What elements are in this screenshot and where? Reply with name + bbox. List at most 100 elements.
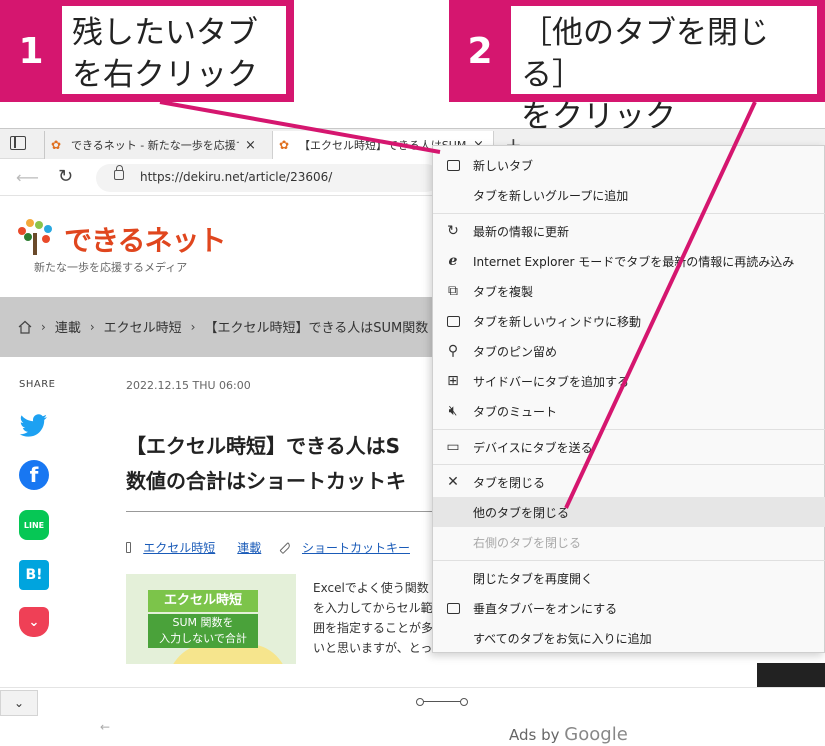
menu-item-duplicate[interactable]: ⧉ タブを複製 [433, 276, 825, 306]
breadcrumb: › 連載 › エクセル時短 › 【エクセル時短】できる人はSUM関数 [18, 317, 428, 336]
thumbnail-line: 入力しないで合計 [159, 632, 247, 645]
menu-item-label: 他のタブを閉じる [473, 505, 570, 520]
url-text: https://dekiru.net/article/23606/ [140, 170, 333, 184]
carousel-indicator[interactable] [416, 698, 468, 706]
new-tab-icon [433, 159, 473, 171]
refresh-icon: ↻ [447, 223, 459, 239]
menu-item-add-to-group[interactable]: タブを新しいグループに追加 [433, 180, 825, 210]
facebook-icon[interactable]: f [19, 460, 49, 490]
reload-icon[interactable]: ↻ [58, 166, 73, 187]
article-thumbnail[interactable]: エクセル時短 SUM 関数を 入力しないで合計 [126, 574, 296, 664]
callout-line: 残したいタブ [72, 15, 258, 51]
article-excerpt[interactable]: Excelでよく使う関数を入力してからセル範囲を指定することが多いと思いますが、… [313, 578, 433, 658]
menu-item-label: タブのピン留め [473, 344, 558, 359]
tab-dekiru-home[interactable]: ✿ できるネット - 新たな一歩を応援するメディア × [44, 131, 272, 159]
menu-item-label: サイドバーにタブを追加する [473, 374, 630, 389]
lock-icon [114, 165, 124, 180]
callout-line: を右クリック [72, 57, 258, 93]
window-icon [433, 315, 473, 327]
menu-item-label: 閉じたタブを再度開く [473, 571, 594, 586]
callout-text: ［他のタブを閉じる］ をクリック [511, 6, 817, 135]
breadcrumb-item: 【エクセル時短】できる人はSUM関数 [204, 321, 429, 336]
menu-item-label: デバイスにタブを送る [473, 440, 593, 455]
menu-item-add-to-sidebar[interactable]: ⊞ サイドバーにタブを追加する [433, 366, 825, 396]
callout-step-2: 2 ［他のタブを閉じる］ をクリック [449, 0, 825, 135]
tab-context-menu: 新しいタブ タブを新しいグループに追加 ↻ 最新の情報に更新 e Interne… [432, 145, 825, 653]
menu-item-close-other-tabs[interactable]: 他のタブを閉じる [433, 497, 825, 527]
tab-close-icon[interactable]: × [245, 138, 256, 153]
breadcrumb-item[interactable]: エクセル時短 [104, 317, 182, 336]
menu-item-label: 右側のタブを閉じる [473, 535, 582, 550]
chevron-down-icon[interactable]: ⌄ [0, 690, 38, 716]
line-icon[interactable]: LINE [19, 510, 49, 540]
pin-icon: ⚲ [447, 343, 459, 359]
menu-separator [433, 464, 825, 465]
category-link[interactable]: 連載 [237, 539, 261, 556]
share-label: SHARE [19, 379, 56, 390]
menu-item-reopen-closed-tab[interactable]: 閉じたタブを再度開く [433, 563, 825, 593]
menu-separator [433, 560, 825, 561]
back-icon[interactable]: ⟵ [16, 168, 39, 187]
tab-actions-icon[interactable] [10, 136, 26, 150]
menu-item-pin[interactable]: ⚲ タブのピン留め [433, 336, 825, 366]
site-logo[interactable]: できるネット [64, 219, 226, 259]
menu-item-label: タブを新しいウィンドウに移動 [473, 314, 642, 329]
menu-separator [433, 429, 825, 430]
ad-bar: ⌄ ← Ads by Google [0, 687, 825, 746]
hatena-bookmark-icon[interactable]: B! [19, 560, 49, 590]
twitter-icon[interactable] [19, 411, 49, 441]
menu-item-send-to-device[interactable]: ▭ デバイスにタブを送る [433, 432, 825, 462]
sidebar-add-icon: ⊞ [447, 373, 459, 389]
tag-link[interactable]: ショートカットキー [302, 539, 410, 556]
menu-item-close-tab[interactable]: ✕ タブを閉じる [433, 467, 825, 497]
menu-item-new-tab[interactable]: 新しいタブ [433, 150, 825, 180]
ads-label: Ads by [509, 726, 560, 744]
callout-text: 残したいタブ を右クリック [62, 6, 286, 94]
logo-tree-icon[interactable] [18, 219, 58, 255]
pocket-icon[interactable]: ⌄ [19, 607, 49, 637]
menu-item-close-tabs-right: 右側のタブを閉じる [433, 527, 825, 557]
menu-item-label: タブのミュート [473, 404, 558, 419]
article-date: 2022.12.15 THU 06:00 [126, 379, 251, 392]
vertical-tabs-icon [433, 602, 473, 614]
mute-icon: 🔇︎ [448, 403, 458, 419]
headline-line: 【エクセル時短】できる人はS [126, 434, 401, 458]
chevron-right-icon: › [41, 319, 46, 334]
url-field[interactable]: https://dekiru.net/article/23606/ [96, 164, 440, 192]
ie-icon: e [448, 253, 458, 269]
menu-item-label: タブを閉じる [473, 475, 546, 490]
menu-item-label: 最新の情報に更新 [473, 224, 570, 239]
menu-separator [433, 213, 825, 214]
site-tagline: 新たな一歩を応援するメディア [34, 261, 188, 274]
callout-line: ［他のタブを閉じる］ [521, 15, 769, 93]
thumbnail-title: エクセル時短 [148, 590, 258, 612]
menu-item-ie-reload[interactable]: e Internet Explorer モードでタブを最新の情報に再読み込み [433, 246, 825, 276]
menu-item-label: Internet Explorer モードでタブを最新の情報に再読み込み [473, 254, 795, 269]
duplicate-icon: ⧉ [448, 283, 458, 299]
callout-step-1: 1 残したいタブ を右クリック [0, 0, 294, 102]
tag-icon [279, 541, 292, 554]
divider [126, 511, 432, 512]
step-number: 1 [18, 30, 44, 72]
home-icon[interactable] [18, 320, 32, 334]
menu-item-move-to-window[interactable]: タブを新しいウィンドウに移動 [433, 306, 825, 336]
headline-line: 数値の合計はショートカットキ [126, 469, 406, 493]
menu-item-label: タブを新しいグループに追加 [473, 188, 629, 203]
category-link[interactable]: エクセル時短 [143, 539, 215, 556]
thumbnail-subtitle: SUM 関数を 入力しないで合計 [148, 614, 258, 648]
menu-item-vertical-tabs[interactable]: 垂直タブバーをオンにする [433, 593, 825, 623]
chevron-right-icon: › [89, 319, 95, 334]
menu-item-mute[interactable]: 🔇︎ タブのミュート [433, 396, 825, 426]
breadcrumb-item[interactable]: 連載 [55, 317, 81, 336]
folder-icon [126, 542, 132, 553]
breadcrumb-band: › 連載 › エクセル時短 › 【エクセル時短】できる人はSUM関数 [0, 297, 432, 357]
menu-item-add-all-to-favorites[interactable]: すべてのタブをお気に入りに追加 [433, 623, 825, 653]
ads-by-google[interactable]: Ads by Google [509, 724, 628, 745]
arrow-left-icon[interactable]: ← [100, 720, 110, 734]
article-tags: エクセル時短 連載 ショートカットキー [126, 539, 432, 556]
favicon-icon: ✿ [51, 138, 62, 152]
chevron-right-icon: › [190, 319, 196, 334]
menu-item-refresh[interactable]: ↻ 最新の情報に更新 [433, 216, 825, 246]
menu-item-label: すべてのタブをお気に入りに追加 [473, 631, 652, 646]
article-headline: 【エクセル時短】できる人はS 数値の合計はショートカットキ [126, 429, 432, 499]
